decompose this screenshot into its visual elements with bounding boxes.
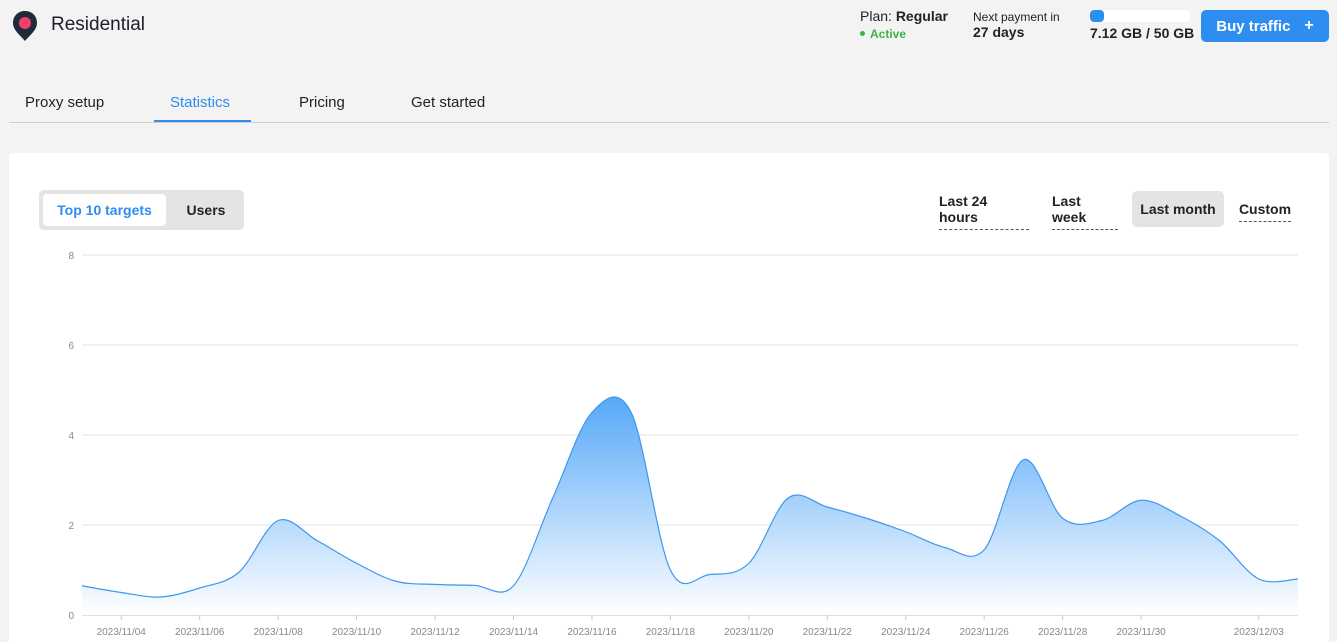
status-dot-icon: [860, 31, 865, 37]
plan-name: Regular: [895, 8, 948, 24]
range-custom-label: Custom: [1238, 201, 1292, 222]
plan-label: Plan:: [860, 8, 892, 24]
plan-status-badge: Active: [860, 27, 906, 41]
app-title: Residential: [51, 14, 145, 35]
active-tab-indicator: [154, 120, 251, 122]
traffic-usage-text: 7.12 GB / 50 GB: [1090, 25, 1195, 41]
plan-info: Plan: Regular: [860, 8, 948, 24]
top-header: Residential Plan: Regular Active Next pa…: [0, 0, 1337, 56]
next-payment-label: Next payment in: [973, 10, 1060, 24]
tab-proxy-setup[interactable]: Proxy setup: [25, 94, 104, 111]
range-custom[interactable]: Custom: [1238, 191, 1292, 227]
range-last-24-hours-label: Last 24 hours: [939, 193, 1029, 230]
tab-statistics[interactable]: Statistics: [170, 94, 230, 111]
tab-pricing[interactable]: Pricing: [299, 94, 345, 111]
plan-status-text: Active: [870, 27, 907, 41]
buy-traffic-button[interactable]: Buy traffic +: [1201, 10, 1329, 42]
range-last-month[interactable]: Last month: [1132, 191, 1224, 227]
range-last-week-label: Last week: [1052, 193, 1118, 230]
range-last-week[interactable]: Last week: [1052, 191, 1118, 230]
users-button[interactable]: Users: [171, 194, 241, 226]
plus-icon: +: [1304, 17, 1314, 34]
main-tabs: Proxy setup Statistics Pricing Get start…: [9, 80, 1329, 123]
next-payment-days: 27 days: [973, 24, 1025, 40]
tab-get-started[interactable]: Get started: [411, 94, 485, 111]
range-last-month-label: Last month: [1140, 201, 1216, 217]
range-last-24-hours[interactable]: Last 24 hours: [939, 191, 1029, 230]
top-targets-button[interactable]: Top 10 targets: [43, 194, 166, 226]
location-pin-logo-icon: [13, 11, 37, 41]
traffic-usage-fill: [1090, 10, 1105, 22]
buy-traffic-label: Buy traffic: [1216, 17, 1291, 35]
traffic-usage-bar: [1090, 10, 1190, 22]
view-toggle: Top 10 targets Users: [39, 190, 244, 230]
statistics-panel: Top 10 targets Users Last 24 hours Last …: [9, 153, 1329, 642]
